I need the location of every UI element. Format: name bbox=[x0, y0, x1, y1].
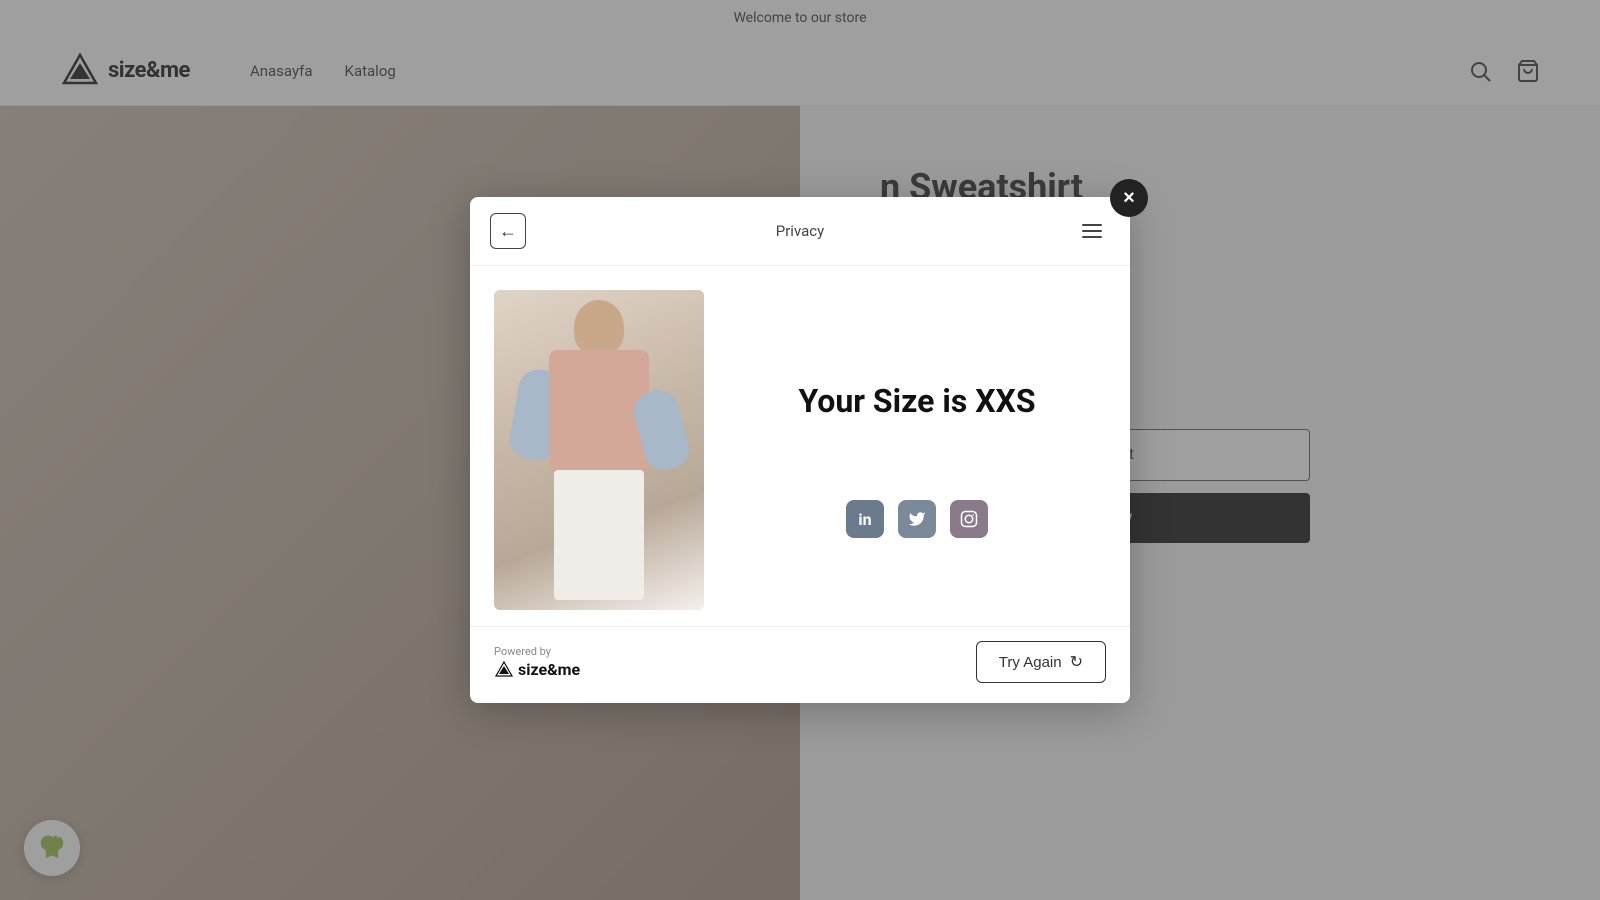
menu-line-1 bbox=[1082, 224, 1102, 226]
size-result-modal: × ← Privacy bbox=[470, 197, 1130, 703]
modal-back-button[interactable]: ← bbox=[490, 213, 526, 249]
instagram-icon[interactable] bbox=[950, 500, 988, 538]
modal-overlay: × ← Privacy bbox=[0, 0, 1600, 900]
modal-header: ← Privacy bbox=[470, 197, 1130, 266]
twitter-bird bbox=[908, 510, 926, 528]
social-icons: in bbox=[846, 500, 988, 538]
back-arrow: ← bbox=[499, 221, 517, 242]
powered-by-label: Powered by bbox=[494, 645, 551, 658]
brand-name: size&me bbox=[518, 660, 580, 679]
model-pants bbox=[554, 470, 644, 600]
modal-product-image bbox=[494, 290, 704, 610]
modal-body: Your Size is XXS in bbox=[470, 266, 1130, 626]
modal-close-button[interactable]: × bbox=[1110, 179, 1148, 217]
twitter-icon[interactable] bbox=[898, 500, 936, 538]
instagram-camera bbox=[960, 510, 978, 528]
modal-content-right: Your Size is XXS in bbox=[728, 290, 1106, 610]
try-again-button[interactable]: Try Again ↻ bbox=[976, 641, 1106, 683]
try-again-label: Try Again bbox=[999, 654, 1062, 671]
refresh-icon: ↻ bbox=[1070, 652, 1083, 672]
privacy-label: Privacy bbox=[776, 222, 824, 240]
menu-line-2 bbox=[1082, 230, 1102, 232]
modal-footer: Powered by size&me Try Again ↻ bbox=[470, 626, 1130, 703]
menu-line-3 bbox=[1082, 236, 1102, 238]
linkedin-label: in bbox=[858, 510, 871, 529]
powered-by-area: Powered by size&me bbox=[494, 645, 580, 680]
model-head bbox=[574, 300, 624, 355]
modal-product-image-inner bbox=[494, 290, 704, 610]
linkedin-icon[interactable]: in bbox=[846, 500, 884, 538]
brand-logo: size&me bbox=[494, 660, 580, 680]
size-result-title: Your Size is XXS bbox=[798, 382, 1035, 420]
model-figure bbox=[494, 290, 704, 610]
modal-menu-button[interactable] bbox=[1074, 213, 1110, 249]
brand-logo-icon bbox=[494, 660, 514, 680]
